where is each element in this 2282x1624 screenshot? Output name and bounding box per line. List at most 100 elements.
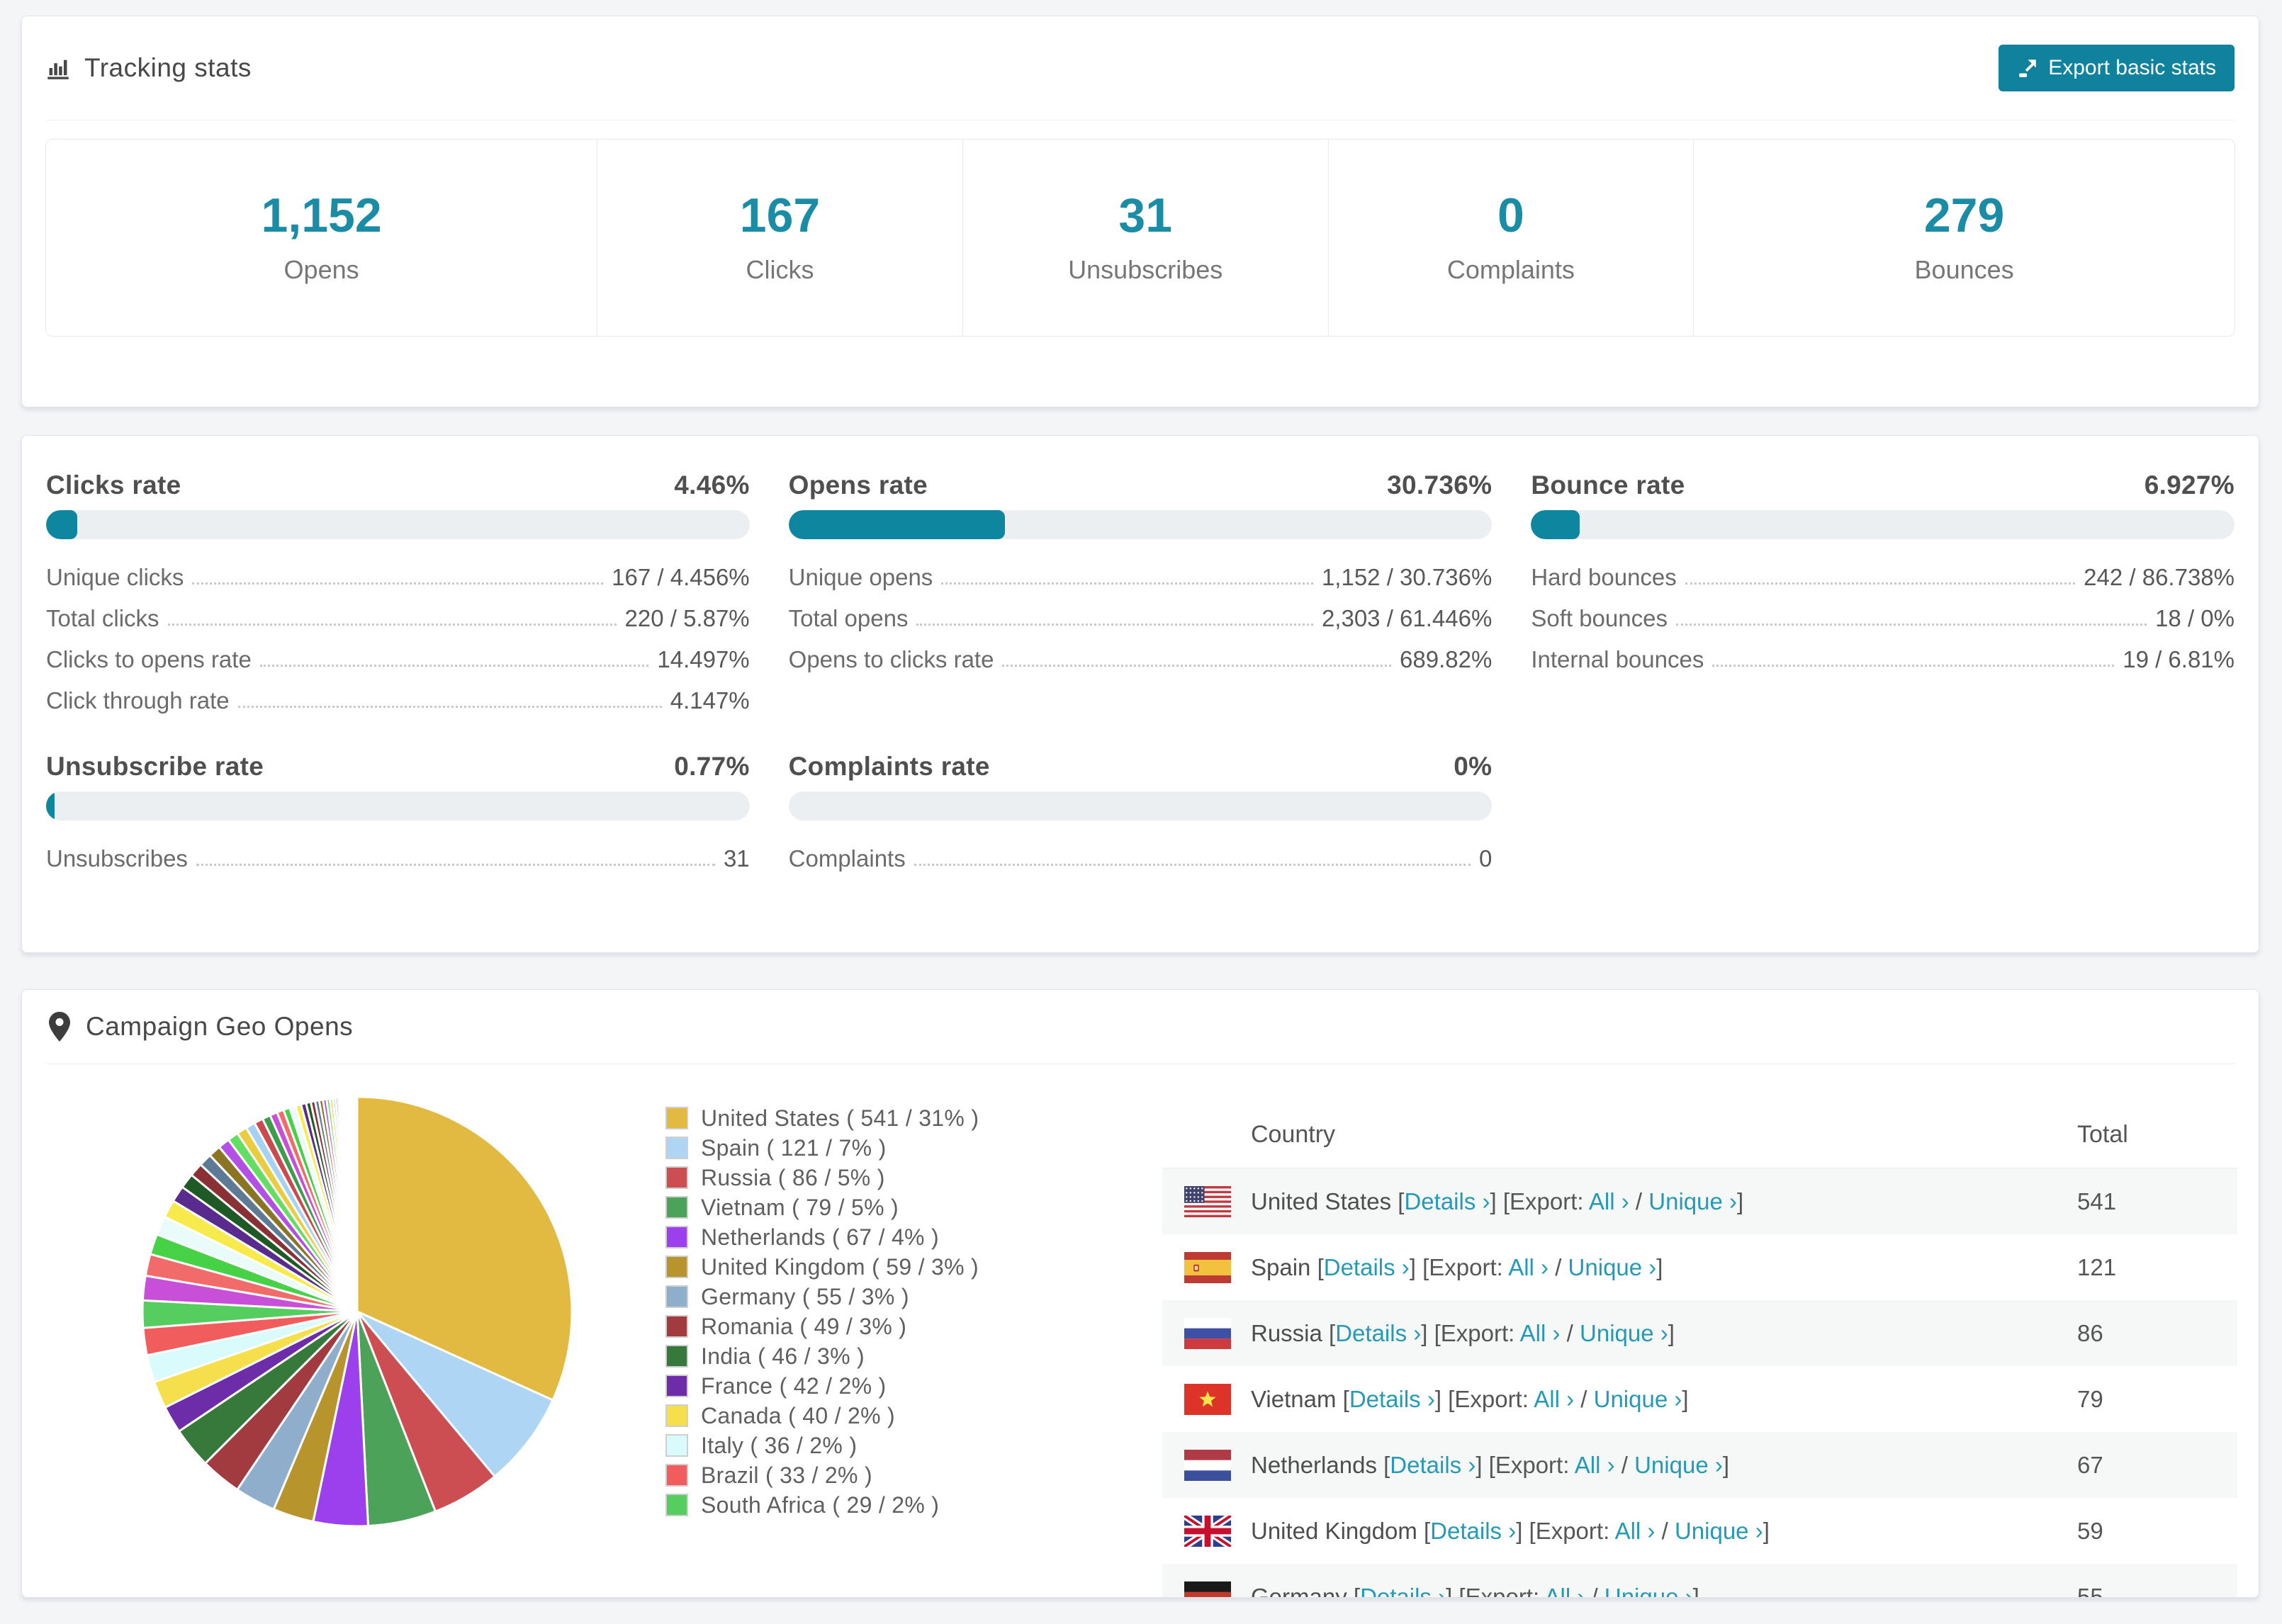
export-unique-link[interactable]: Unique ›: [1568, 1254, 1657, 1280]
details-link[interactable]: Details ›: [1324, 1254, 1410, 1280]
legend-swatch: [665, 1434, 688, 1457]
legend-item: Germany ( 55 / 3% ): [665, 1282, 979, 1312]
legend-item: Canada ( 40 / 2% ): [665, 1401, 979, 1431]
export-unique-link[interactable]: Unique ›: [1604, 1584, 1693, 1598]
details-link[interactable]: Details ›: [1390, 1452, 1476, 1478]
rate-block-clicks-rate: Clicks rate 4.46% Unique clicks 167 / 4.456…: [46, 470, 750, 721]
export-all-link[interactable]: All ›: [1589, 1188, 1629, 1214]
dotted-leader: [1685, 582, 2076, 585]
legend-label: France ( 42 / 2% ): [701, 1372, 887, 1399]
legend-item: India ( 46 / 3% ): [665, 1341, 979, 1371]
legend-label: Spain ( 121 / 7% ): [701, 1134, 887, 1161]
bracket: ] [Export:: [1476, 1451, 1575, 1478]
geo-table-row-ru: Russia [Details ›] [Export: All › / Uniq…: [1162, 1300, 2237, 1366]
panel-title: Campaign Geo Opens: [86, 1012, 354, 1041]
rate-stat-label: Soft bounces: [1531, 605, 1668, 631]
bracket: ]: [1737, 1188, 1744, 1214]
export-unique-link[interactable]: Unique ›: [1634, 1452, 1723, 1478]
rate-title: Unsubscribe rate: [46, 752, 264, 781]
separator: /: [1614, 1451, 1635, 1478]
legend-item: United States ( 541 / 31% ): [665, 1103, 979, 1133]
rate-block-unsubscribe-rate: Unsubscribe rate 0.77% Unsubscribes 31: [46, 752, 750, 879]
stats-row: 1,152 Opens 167 Clicks 31 Unsubscribes 0 Compla…: [45, 139, 2235, 337]
details-link[interactable]: Details ›: [1404, 1188, 1490, 1214]
column-header-country: Country: [1251, 1121, 1336, 1148]
geo-total-value: 121: [2077, 1253, 2117, 1280]
country-name: Vietnam: [1251, 1385, 1337, 1412]
rate-stat-value: 4.147%: [670, 687, 750, 714]
rate-stat-value: 220 / 5.87%: [624, 605, 750, 631]
rates-panel: Clicks rate 4.46% Unique clicks 167 / 4.456…: [21, 435, 2259, 953]
geo-country-cell: Netherlands [Details ›] [Export: All › /…: [1251, 1452, 1729, 1479]
export-unique-link[interactable]: Unique ›: [1594, 1386, 1682, 1412]
rate-stat-label: Unique opens: [788, 564, 933, 590]
pie-legend: United States ( 541 / 31% ) Spain ( 121 /…: [665, 1103, 979, 1520]
bracket: [: [1376, 1451, 1390, 1478]
separator: /: [1560, 1319, 1580, 1346]
legend-label: Vietnam ( 79 / 5% ): [701, 1194, 899, 1220]
rate-stat-row: Total opens 2,303 / 61.446%: [789, 597, 1493, 638]
column-header-total: Total: [2077, 1121, 2128, 1148]
geo-country-cell: Spain [Details ›] [Export: All › / Uniqu…: [1251, 1254, 1663, 1281]
rate-stat-value: 14.497%: [657, 646, 750, 672]
geo-country-cell: United Kingdom [Details ›] [Export: All …: [1251, 1518, 1770, 1545]
details-link[interactable]: Details ›: [1360, 1584, 1446, 1598]
legend-swatch: [665, 1494, 688, 1516]
dotted-leader: [196, 864, 715, 866]
details-link[interactable]: Details ›: [1430, 1518, 1516, 1544]
rate-stat-value: 1,152 / 30.736%: [1321, 564, 1493, 590]
details-link[interactable]: Details ›: [1335, 1320, 1421, 1346]
export-all-link[interactable]: All ›: [1575, 1452, 1615, 1478]
bracket: ]: [1668, 1319, 1675, 1346]
rate-value: 0%: [1454, 752, 1493, 781]
progress-track: [788, 510, 1493, 539]
rates-grid: Clicks rate 4.46% Unique clicks 167 / 4.456…: [22, 436, 2259, 879]
rate-stat-row: Unsubscribes 31: [46, 838, 750, 879]
rate-stat-value: 31: [723, 845, 750, 872]
dotted-leader: [916, 624, 1313, 626]
panel-title: Tracking stats: [84, 53, 252, 82]
geo-header: Campaign Geo Opens: [22, 990, 2259, 1064]
rate-stat-label: Total opens: [788, 605, 909, 631]
legend-swatch: [665, 1166, 688, 1189]
progress-fill: [1531, 510, 1580, 539]
rate-stat-row: Soft bounces 18 / 0%: [1531, 597, 2235, 638]
export-unique-link[interactable]: Unique ›: [1580, 1320, 1668, 1346]
export-all-link[interactable]: All ›: [1534, 1386, 1574, 1412]
flag-ru-icon: [1184, 1317, 1231, 1349]
bracket: ]: [1722, 1451, 1729, 1478]
rate-stat-label: Unique clicks: [46, 564, 184, 590]
dotted-leader: [167, 624, 617, 626]
export-unique-link[interactable]: Unique ›: [1648, 1188, 1737, 1214]
progress-fill: [46, 510, 78, 539]
stat-label: Bounces: [1914, 254, 2014, 284]
flag-nl-icon: [1184, 1449, 1231, 1481]
export-all-link[interactable]: All ›: [1615, 1518, 1656, 1544]
export-basic-stats-button[interactable]: Export basic stats: [1999, 45, 2235, 91]
rate-stat-label: Click through rate: [46, 687, 230, 714]
rate-stat-row: Click through rate 4.147%: [46, 680, 750, 721]
rate-title: Complaints rate: [788, 752, 990, 781]
rate-stat-row: Internal bounces 19 / 6.81%: [1531, 638, 2235, 680]
flag-es-icon: [1184, 1251, 1231, 1283]
stat-card-clicks: 167 Clicks: [597, 140, 963, 336]
export-all-link[interactable]: All ›: [1508, 1254, 1548, 1280]
legend-item: Russia ( 86 / 5% ): [665, 1163, 979, 1192]
legend-label: Germany ( 55 / 3% ): [701, 1283, 909, 1309]
stat-value: 31: [1118, 188, 1173, 242]
geo-table-row-es: Spain [Details ›] [Export: All › / Uniqu…: [1162, 1234, 2237, 1300]
export-unique-link[interactable]: Unique ›: [1675, 1518, 1763, 1544]
separator: /: [1629, 1188, 1649, 1214]
bracket: [: [1336, 1385, 1349, 1412]
pie-slice-other: [355, 1095, 359, 1313]
rate-stat-value: 18 / 0%: [2155, 605, 2235, 631]
details-link[interactable]: Details ›: [1349, 1386, 1435, 1412]
export-all-link[interactable]: All ›: [1545, 1584, 1585, 1598]
export-all-link[interactable]: All ›: [1520, 1320, 1561, 1346]
stat-card-unsubscribes: 31 Unsubscribes: [963, 140, 1329, 336]
legend-item: Romania ( 49 / 3% ): [665, 1312, 979, 1341]
rate-stat-value: 242 / 86.738%: [2084, 564, 2235, 590]
dotted-leader: [237, 706, 662, 708]
legend-label: Italy ( 36 / 2% ): [701, 1432, 858, 1458]
legend-swatch: [665, 1315, 688, 1338]
